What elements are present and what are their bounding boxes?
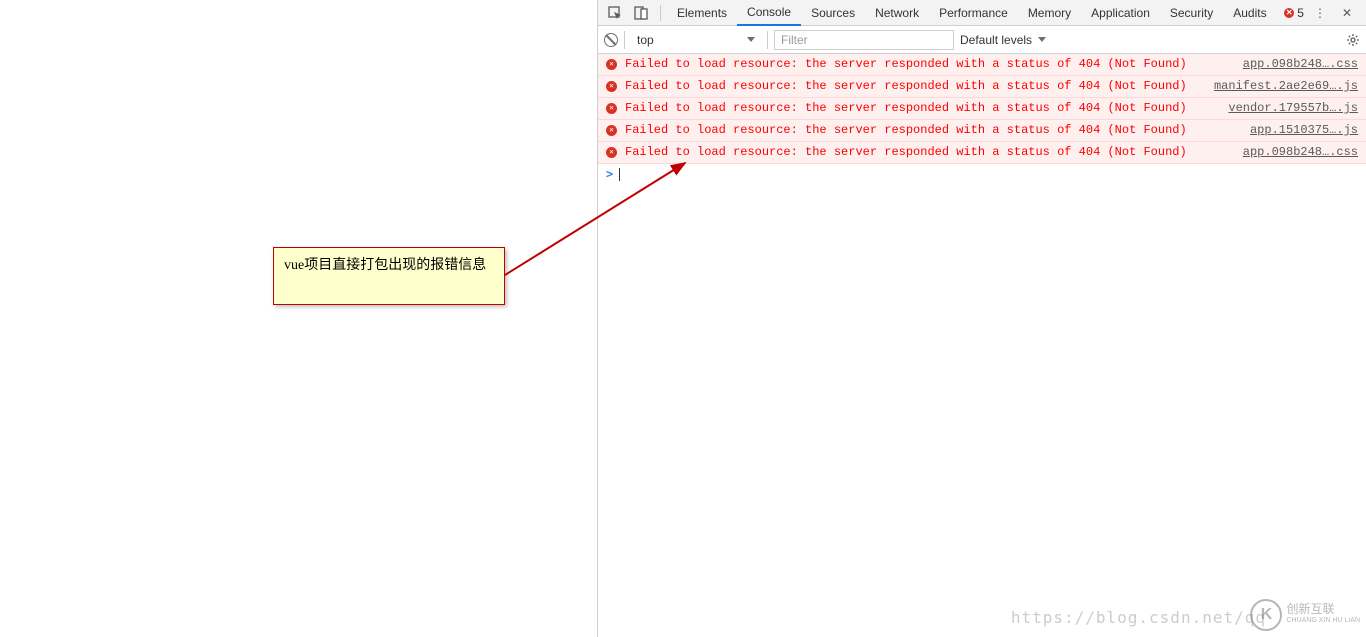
tab-security[interactable]: Security: [1160, 0, 1223, 26]
error-message: Failed to load resource: the server resp…: [625, 56, 1233, 73]
more-icon[interactable]: ⋮: [1308, 2, 1332, 24]
filter-input[interactable]: [774, 30, 954, 50]
device-toggle-icon[interactable]: [628, 2, 654, 24]
error-icon: ✕: [606, 59, 617, 70]
divider: [624, 31, 625, 49]
levels-label: Default levels: [960, 33, 1032, 47]
gear-icon[interactable]: [1346, 33, 1360, 47]
close-icon[interactable]: ✕: [1336, 2, 1358, 24]
console-output: ✕ Failed to load resource: the server re…: [598, 54, 1366, 637]
inspect-icon[interactable]: [602, 2, 628, 24]
error-icon: ✕: [606, 147, 617, 158]
error-source-link[interactable]: vendor.179557b….js: [1228, 100, 1358, 117]
error-count-number: 5: [1297, 6, 1304, 20]
log-levels-select[interactable]: Default levels: [960, 33, 1046, 47]
prompt-chevron-icon: >: [606, 167, 613, 181]
tab-audits[interactable]: Audits: [1223, 0, 1276, 26]
logo-subtext: CHUANG XIN HU LIAN: [1286, 615, 1360, 627]
error-message: Failed to load resource: the server resp…: [625, 100, 1218, 117]
console-error-row: ✕ Failed to load resource: the server re…: [598, 142, 1366, 164]
error-source-link[interactable]: manifest.2ae2e69….js: [1214, 78, 1358, 95]
console-error-row: ✕ Failed to load resource: the server re…: [598, 76, 1366, 98]
error-icon: ✕: [606, 125, 617, 136]
divider: [660, 5, 661, 21]
devtools-panel: Elements Console Sources Network Perform…: [597, 0, 1366, 637]
tab-performance[interactable]: Performance: [929, 0, 1018, 26]
error-count-badge[interactable]: ✕ 5: [1284, 6, 1304, 20]
annotation-text: vue项目直接打包出现的报错信息: [284, 258, 486, 273]
tab-elements[interactable]: Elements: [667, 0, 737, 26]
cursor: [619, 168, 620, 181]
error-message: Failed to load resource: the server resp…: [625, 122, 1240, 139]
error-message: Failed to load resource: the server resp…: [625, 78, 1204, 95]
chevron-down-icon: [747, 37, 755, 42]
console-error-row: ✕ Failed to load resource: the server re…: [598, 120, 1366, 142]
logo-text: 创新互联: [1286, 603, 1360, 615]
execution-context-select[interactable]: top: [631, 31, 761, 49]
watermark-logo: K 创新互联 CHUANG XIN HU LIAN: [1250, 599, 1360, 631]
error-source-link[interactable]: app.098b248….css: [1243, 56, 1358, 73]
clear-console-icon[interactable]: [604, 33, 618, 47]
tab-console[interactable]: Console: [737, 0, 801, 26]
error-source-link[interactable]: app.1510375….js: [1250, 122, 1358, 139]
tab-application[interactable]: Application: [1081, 0, 1160, 26]
error-message: Failed to load resource: the server resp…: [625, 144, 1233, 161]
error-dot-icon: ✕: [1284, 8, 1294, 18]
error-icon: ✕: [606, 81, 617, 92]
console-prompt[interactable]: >: [598, 164, 1366, 184]
watermark-url: https://blog.csdn.net/qq: [1011, 608, 1266, 627]
annotation-callout: vue项目直接打包出现的报错信息: [273, 247, 505, 305]
tab-bar-right: ✕ 5 ⋮ ✕: [1284, 2, 1362, 24]
console-error-row: ✕ Failed to load resource: the server re…: [598, 98, 1366, 120]
error-source-link[interactable]: app.098b248….css: [1243, 144, 1358, 161]
console-toolbar: top Default levels: [598, 26, 1366, 54]
context-label: top: [637, 33, 654, 47]
chevron-down-icon: [1038, 37, 1046, 42]
tab-memory[interactable]: Memory: [1018, 0, 1081, 26]
devtools-tab-bar: Elements Console Sources Network Perform…: [598, 0, 1366, 26]
error-icon: ✕: [606, 103, 617, 114]
tab-sources[interactable]: Sources: [801, 0, 865, 26]
console-error-row: ✕ Failed to load resource: the server re…: [598, 54, 1366, 76]
divider: [767, 31, 768, 49]
logo-circle-icon: K: [1250, 599, 1282, 631]
tab-network[interactable]: Network: [865, 0, 929, 26]
